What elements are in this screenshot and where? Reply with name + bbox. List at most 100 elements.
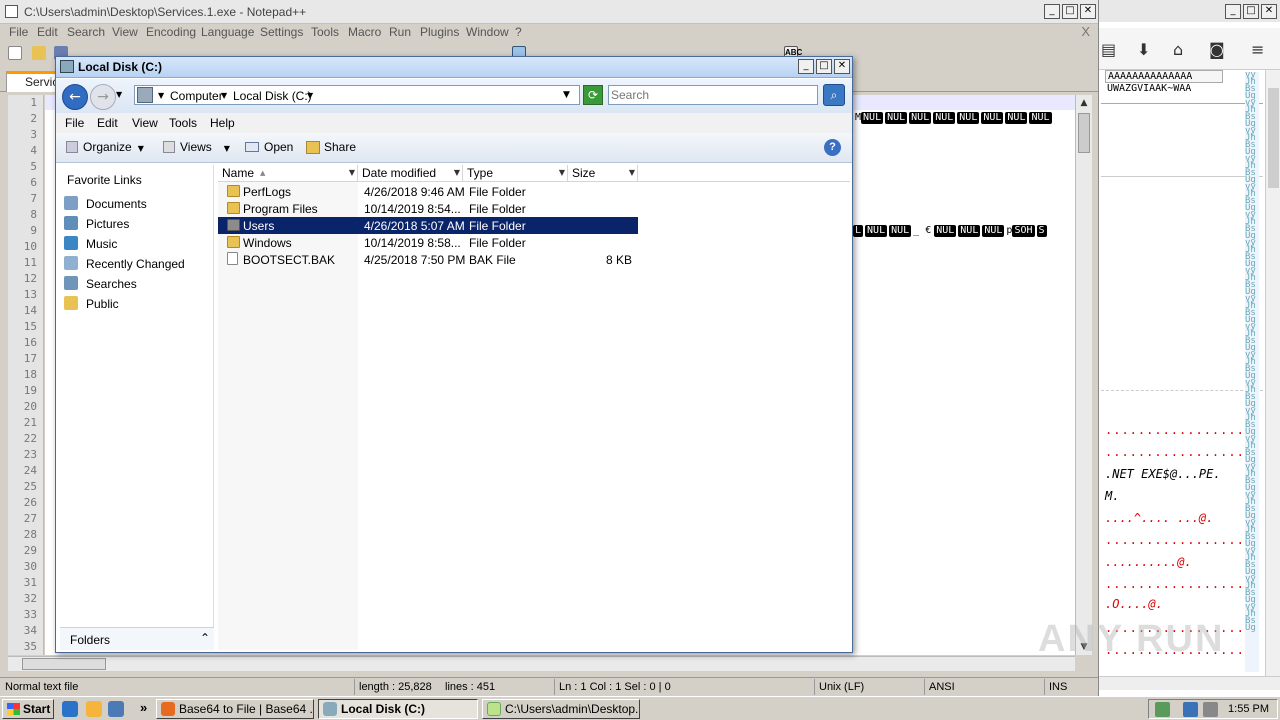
browser-horizontal-scrollbar[interactable]: [1099, 676, 1280, 690]
search-icon[interactable]: ⌕: [823, 84, 845, 106]
views-button[interactable]: Views ▼: [163, 140, 230, 154]
notepad-maximize-button[interactable]: □: [1062, 4, 1078, 19]
notepad-menu-plugins[interactable]: Plugins: [420, 25, 459, 39]
address-dropdown-icon[interactable]: ▼: [563, 90, 570, 100]
file-row[interactable]: Program Files 10/14/2019 8:54... File Fold…: [218, 200, 638, 217]
browser-minimize-button[interactable]: _: [1225, 4, 1241, 19]
notepad-menu-file[interactable]: File: [9, 25, 28, 39]
editor-hscroll-thumb[interactable]: [22, 658, 106, 670]
search-input[interactable]: [611, 88, 811, 102]
column-filter-icon[interactable]: ▼: [349, 165, 355, 181]
home-icon[interactable]: ⌂: [1173, 40, 1183, 59]
favorite-public[interactable]: Public: [64, 295, 212, 313]
internet-explorer-icon[interactable]: [62, 701, 78, 717]
notepad-menu-run[interactable]: Run: [389, 25, 411, 39]
recent-pages-chevron-icon[interactable]: ▼: [116, 90, 122, 99]
share-button[interactable]: Share: [306, 140, 356, 154]
explorer-close-button[interactable]: ✕: [834, 59, 850, 74]
notepad-menu-window[interactable]: Window: [466, 25, 509, 39]
favorite-searches[interactable]: Searches: [64, 275, 212, 293]
notepad-titlebar[interactable]: C:\Users\admin\Desktop\Services.1.exe - …: [0, 0, 1098, 24]
browser-vertical-scrollbar[interactable]: [1265, 70, 1280, 676]
task-explorer[interactable]: Local Disk (C:): [318, 699, 478, 719]
notepad-menu-macro[interactable]: Macro: [348, 25, 381, 39]
security-tray-icon[interactable]: [1155, 702, 1170, 717]
column-filter-icon[interactable]: ▼: [559, 165, 565, 181]
notepad-close-button[interactable]: ✕: [1080, 4, 1096, 19]
file-row[interactable]: Users 4/26/2018 5:07 AM File Folder: [218, 217, 638, 234]
favorite-documents[interactable]: Documents: [64, 195, 212, 213]
network-tray-icon[interactable]: [1183, 702, 1198, 717]
folders-toggle[interactable]: Folders ⌃: [60, 627, 214, 650]
column-header-name[interactable]: Name ▲ ▼: [218, 165, 358, 182]
quicklaunch-overflow-icon[interactable]: »: [140, 700, 147, 715]
column-header-type[interactable]: Type ▼: [463, 165, 568, 182]
notepad-menu-tools[interactable]: Tools: [311, 25, 339, 39]
help-icon[interactable]: ?: [824, 139, 841, 156]
explorer-maximize-button[interactable]: □: [816, 59, 832, 74]
notepad-menu-view[interactable]: View: [112, 25, 138, 39]
column-filter-icon[interactable]: ▼: [454, 165, 460, 181]
organize-button[interactable]: Organize ▼: [66, 140, 144, 154]
breadcrumb-separator-icon[interactable]: ▼: [307, 91, 313, 100]
back-arrow-icon[interactable]: ←: [62, 84, 88, 110]
task-firefox[interactable]: Base64 to File | Base64 ...: [156, 699, 314, 719]
browser-titlebar[interactable]: _ □ ✕: [1099, 0, 1280, 22]
favorite-recently-changed[interactable]: Recently Changed: [64, 255, 212, 273]
favorite-music[interactable]: Music: [64, 235, 212, 253]
close-document-icon[interactable]: X: [1081, 24, 1090, 39]
browser-scroll-thumb[interactable]: [1268, 88, 1279, 188]
column-header-date-modified[interactable]: Date modified ▼: [358, 165, 463, 182]
reader-view-icon[interactable]: ▤: [1101, 40, 1116, 59]
pocket-icon[interactable]: ◙: [1209, 40, 1225, 59]
editor-vertical-scrollbar[interactable]: ▲ ▼: [1075, 95, 1092, 655]
explorer-minimize-button[interactable]: _: [798, 59, 814, 74]
clock[interactable]: 1:55 PM: [1228, 703, 1269, 715]
notepad-menu-encoding[interactable]: Encoding: [146, 25, 196, 39]
open-file-icon[interactable]: [32, 46, 46, 60]
notepad-menu-help[interactable]: ?: [515, 25, 522, 39]
file-size: 8 KB: [605, 253, 632, 267]
start-button[interactable]: Start: [2, 699, 54, 719]
explorer-menu-tools[interactable]: Tools: [169, 116, 197, 130]
open-button[interactable]: Open: [245, 140, 293, 154]
scroll-up-icon[interactable]: ▲: [1076, 95, 1092, 111]
breadcrumb-separator-icon[interactable]: ▼: [221, 91, 227, 100]
forward-arrow-icon[interactable]: →: [90, 84, 116, 110]
breadcrumb-computer[interactable]: Computer: [170, 89, 223, 103]
share-icon: [306, 141, 320, 154]
browser-close-button[interactable]: ✕: [1261, 4, 1277, 19]
explorer-menu-edit[interactable]: Edit: [97, 116, 118, 130]
notepad-menu-language[interactable]: Language: [201, 25, 254, 39]
search-box[interactable]: [608, 85, 818, 105]
menu-icon[interactable]: ≡: [1251, 40, 1264, 59]
file-row[interactable]: Windows 10/14/2019 8:58... File Folder: [218, 234, 638, 251]
column-header-size[interactable]: Size ▼: [568, 165, 638, 182]
refresh-icon[interactable]: ⟳: [583, 85, 603, 105]
file-row[interactable]: BOOTSECT.BAK 4/25/2018 7:50 PM BAK File 8 K…: [218, 251, 638, 268]
browser-maximize-button[interactable]: □: [1243, 4, 1259, 19]
task-notepad[interactable]: C:\Users\admin\Desktop...: [482, 699, 640, 719]
control-char-token: SOH: [1012, 225, 1035, 237]
breadcrumb-local-disk[interactable]: Local Disk (C:): [233, 89, 312, 103]
notepad-minimize-button[interactable]: _: [1044, 4, 1060, 19]
notepad-menu-search[interactable]: Search: [67, 25, 105, 39]
column-filter-icon[interactable]: ▼: [629, 165, 635, 181]
explorer-titlebar[interactable]: Local Disk (C:) _ □ ✕: [56, 57, 852, 78]
media-player-icon[interactable]: [86, 701, 102, 717]
breadcrumb-chevron-icon[interactable]: ▼: [158, 91, 164, 100]
file-row[interactable]: PerfLogs 4/26/2018 9:46 AM File Folder: [218, 183, 638, 200]
show-desktop-icon[interactable]: [108, 701, 124, 717]
editor-scroll-thumb[interactable]: [1078, 113, 1090, 153]
explorer-menu-view[interactable]: View: [132, 116, 158, 130]
notepad-menu-edit[interactable]: Edit: [37, 25, 58, 39]
notepad-menu-settings[interactable]: Settings: [260, 25, 303, 39]
favorite-pictures[interactable]: Pictures: [64, 215, 212, 233]
explorer-menu-file[interactable]: File: [65, 116, 84, 130]
explorer-menu-help[interactable]: Help: [210, 116, 235, 130]
address-field[interactable]: ▼ Computer ▼ Local Disk (C:) ▼ ▼: [134, 85, 580, 105]
volume-tray-icon[interactable]: [1203, 702, 1218, 717]
download-icon[interactable]: ⬇: [1137, 40, 1150, 59]
editor-horizontal-scrollbar[interactable]: [8, 656, 1075, 671]
new-file-icon[interactable]: [8, 46, 22, 60]
